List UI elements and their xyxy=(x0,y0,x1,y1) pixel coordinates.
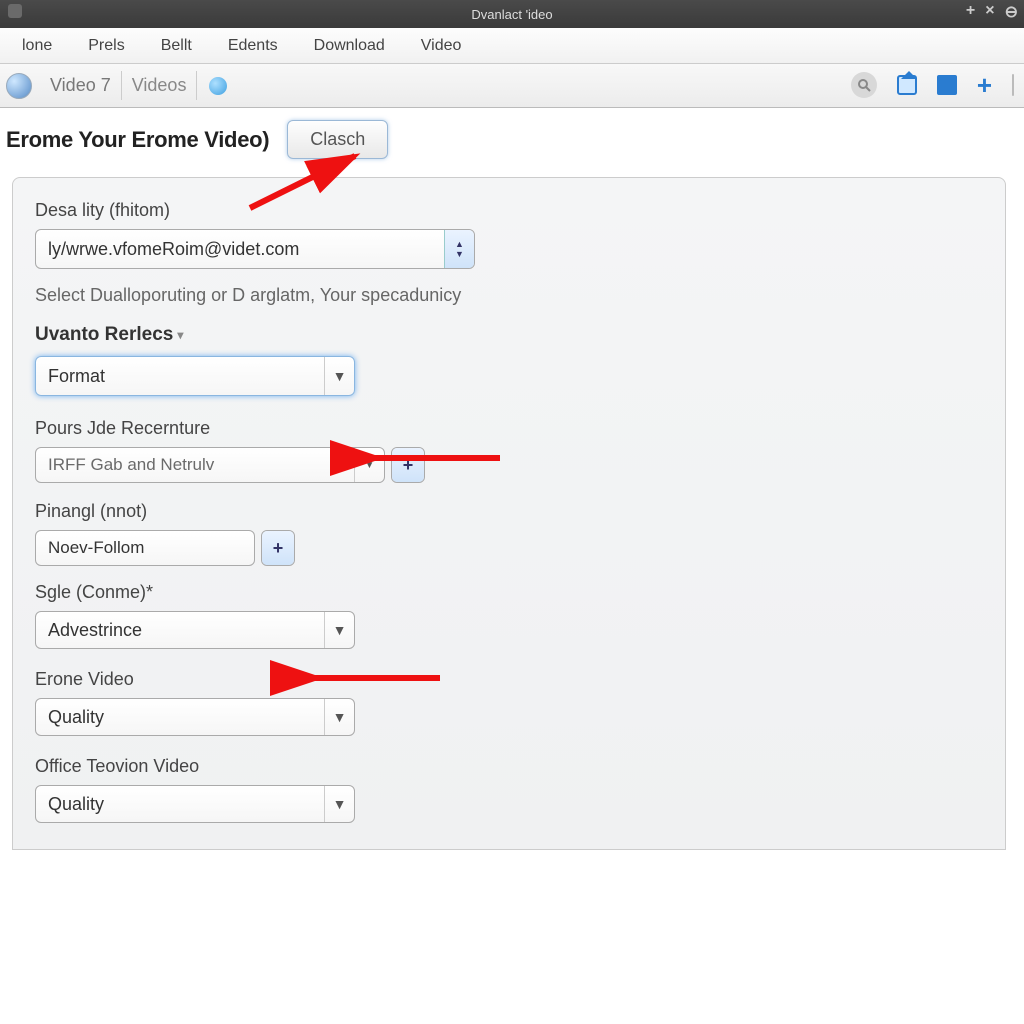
search-icon[interactable] xyxy=(851,72,877,98)
settings-panel: Desa lity (fhitom) ly/wrwe.vfomeRoim@vid… xyxy=(12,177,1006,850)
add-tab-icon[interactable]: + xyxy=(977,75,992,95)
pinang-label: Pinangl (nnot) xyxy=(35,501,983,522)
erone-select[interactable]: Quality ▼ xyxy=(35,698,355,736)
plus-icon: + xyxy=(392,448,424,482)
pinang-value: Noev-Follom xyxy=(36,531,254,565)
format-select[interactable]: Format ▼ xyxy=(35,356,355,396)
window-close-icon[interactable]: ⊖ xyxy=(1005,2,1018,22)
chevron-down-icon: ▼ xyxy=(354,448,384,482)
url-label: Desa lity (fhitom) xyxy=(35,200,983,221)
menu-lone[interactable]: lone xyxy=(4,31,70,61)
pinang-add-button[interactable]: + xyxy=(261,530,295,566)
chevron-down-icon: ▼ xyxy=(324,786,354,822)
pinang-select[interactable]: Noev-Follom xyxy=(35,530,255,566)
office-value: Quality xyxy=(36,786,324,822)
office-select[interactable]: Quality ▼ xyxy=(35,785,355,823)
plus-icon: + xyxy=(262,531,294,565)
menubar: lone Prels Bellt Edents Download Video xyxy=(0,28,1024,64)
menu-video[interactable]: Video xyxy=(403,31,480,61)
divider xyxy=(1012,74,1014,96)
sgle-select[interactable]: Advestrince ▼ xyxy=(35,611,355,649)
recenture-value: IRFF Gab and Netrulv xyxy=(36,448,354,482)
url-stepper-icon[interactable]: ▲▼ xyxy=(444,230,474,268)
menu-bellt[interactable]: Bellt xyxy=(143,31,210,61)
sgle-value: Advestrince xyxy=(36,612,324,648)
section-label: Uvanto Rerlecs ▾ xyxy=(35,324,983,346)
recenture-add-button[interactable]: + xyxy=(391,447,425,483)
menu-prels[interactable]: Prels xyxy=(70,31,142,61)
erone-value: Quality xyxy=(36,699,324,735)
chevron-down-icon: ▼ xyxy=(324,357,354,395)
menu-download[interactable]: Download xyxy=(296,31,403,61)
tabbar: Video 7 Videos + xyxy=(0,64,1024,108)
helper-text: Select Dualloporuting or D arglatm, Your… xyxy=(35,285,983,306)
window-titlebar: Dvanlact 'ideo + × ⊖ xyxy=(0,0,1024,28)
page-title: Erome Your Erome Video) xyxy=(6,127,269,153)
tab-videos[interactable]: Videos xyxy=(122,71,198,100)
app-icon xyxy=(8,4,22,18)
url-input[interactable]: ly/wrwe.vfomeRoim@videt.com ▲▼ xyxy=(35,229,475,269)
office-label: Office Teovion Video xyxy=(35,756,983,777)
format-value: Format xyxy=(36,357,324,395)
home-icon[interactable] xyxy=(897,75,917,95)
recenture-label: Pours Jde Recernture xyxy=(35,418,983,439)
window-minimize-icon[interactable]: + xyxy=(966,2,975,22)
chevron-down-icon: ▼ xyxy=(324,699,354,735)
sgle-label: Sgle (Conme)* xyxy=(35,582,983,603)
erone-label: Erone Video xyxy=(35,669,983,690)
window-maximize-icon[interactable]: × xyxy=(985,2,994,22)
recenture-select[interactable]: IRFF Gab and Netrulv ▼ xyxy=(35,447,385,483)
window-title: Dvanlact 'ideo xyxy=(471,7,552,22)
menu-edents[interactable]: Edents xyxy=(210,31,296,61)
globe-icon[interactable] xyxy=(6,73,32,99)
refresh-icon[interactable] xyxy=(209,77,227,95)
chevron-down-icon: ▾ xyxy=(177,328,183,342)
tab-video[interactable]: Video 7 xyxy=(40,71,122,100)
url-value: ly/wrwe.vfomeRoim@videt.com xyxy=(36,230,444,268)
panel-icon[interactable] xyxy=(937,75,957,95)
chevron-down-icon: ▼ xyxy=(324,612,354,648)
clasch-button[interactable]: Clasch xyxy=(287,120,388,159)
